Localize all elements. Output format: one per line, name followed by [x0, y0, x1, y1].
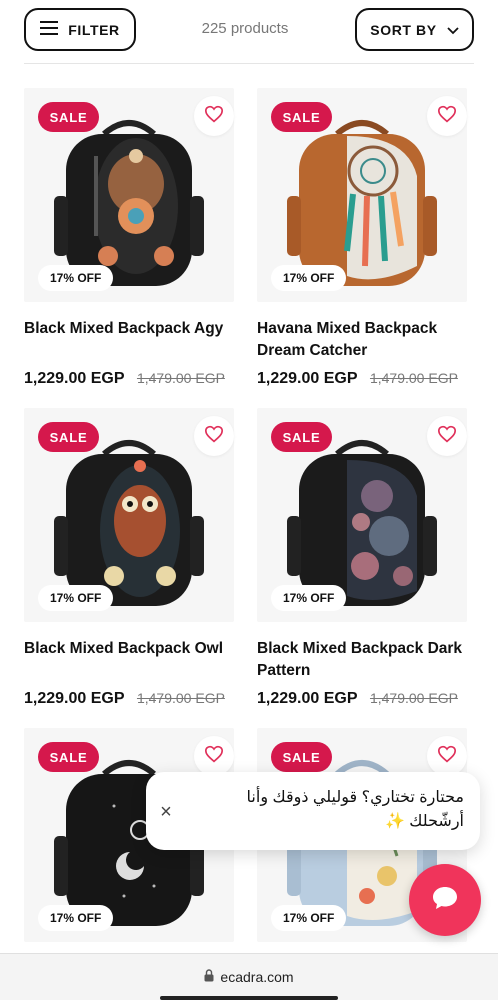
- wishlist-button[interactable]: [194, 736, 234, 776]
- discount-badge: 17% OFF: [38, 265, 114, 291]
- wishlist-button[interactable]: [427, 96, 467, 136]
- sort-button[interactable]: SORT BY: [355, 8, 474, 51]
- product-title[interactable]: Havana Mixed Backpack Dream Catcher: [257, 318, 467, 362]
- filter-button[interactable]: FILTER: [24, 8, 136, 51]
- discount-badge: 17% OFF: [38, 905, 114, 931]
- heart-icon: [204, 745, 224, 768]
- chat-icon: [430, 883, 460, 918]
- compare-price: 1,479.00 EGP: [369, 690, 458, 706]
- compare-price: 1,479.00 EGP: [136, 370, 225, 386]
- product-prices: 1,229.00 EGP 1,479.00 EGP: [24, 690, 264, 708]
- sale-price: 1,229.00 EGP: [257, 370, 358, 387]
- close-icon[interactable]: ×: [154, 800, 178, 824]
- product-prices: 1,229.00 EGP 1,479.00 EGP: [24, 370, 264, 388]
- menu-icon: [40, 21, 59, 38]
- heart-icon: [437, 105, 457, 128]
- browser-url: ecadra.com: [220, 969, 294, 985]
- wishlist-button[interactable]: [427, 416, 467, 456]
- product-prices: 1,229.00 EGP 1,479.00 EGP: [257, 690, 497, 708]
- sale-price: 1,229.00 EGP: [24, 370, 125, 387]
- chat-popup: × محتارة تختاري؟ قوليلي ذوقك وأنا أرشّحل…: [146, 772, 480, 850]
- chevron-down-icon: [447, 22, 459, 38]
- sale-price: 1,229.00 EGP: [257, 690, 358, 707]
- sale-badge: SALE: [38, 742, 99, 772]
- heart-icon: [437, 425, 457, 448]
- lock-icon: [204, 969, 214, 985]
- discount-badge: 17% OFF: [271, 265, 347, 291]
- heart-icon: [204, 425, 224, 448]
- sale-badge: SALE: [271, 742, 332, 772]
- wishlist-button[interactable]: [427, 736, 467, 776]
- discount-badge: 17% OFF: [271, 905, 347, 931]
- heart-icon: [437, 745, 457, 768]
- wishlist-button[interactable]: [194, 416, 234, 456]
- backpack-image: [54, 440, 204, 606]
- toolbar-divider: [24, 63, 474, 64]
- product-prices: 1,229.00 EGP 1,479.00 EGP: [257, 370, 497, 388]
- product-title[interactable]: Black Mixed Backpack Owl: [24, 638, 234, 660]
- heart-icon: [204, 105, 224, 128]
- backpack-image: [54, 120, 204, 286]
- wishlist-button[interactable]: [194, 96, 234, 136]
- discount-badge: 17% OFF: [38, 585, 114, 611]
- sale-badge: SALE: [271, 422, 332, 452]
- backpack-image: [287, 440, 437, 606]
- discount-badge: 17% OFF: [271, 585, 347, 611]
- filter-label: FILTER: [68, 21, 120, 38]
- home-indicator: [160, 996, 338, 1000]
- compare-price: 1,479.00 EGP: [136, 690, 225, 706]
- toolbar: FILTER 225 products SORT BY: [0, 0, 498, 64]
- sale-badge: SALE: [38, 102, 99, 132]
- sort-label: SORT BY: [370, 21, 437, 38]
- compare-price: 1,479.00 EGP: [369, 370, 458, 386]
- product-title[interactable]: Black Mixed Backpack Agy: [24, 318, 234, 340]
- browser-address-bar[interactable]: ecadra.com: [0, 953, 498, 1000]
- sale-badge: SALE: [271, 102, 332, 132]
- backpack-image: [287, 120, 437, 286]
- sale-badge: SALE: [38, 422, 99, 452]
- product-title[interactable]: Black Mixed Backpack Dark Pattern: [257, 638, 467, 682]
- chat-button[interactable]: [409, 864, 481, 936]
- chat-message: محتارة تختاري؟ قوليلي ذوقك وأنا أرشّحلك …: [246, 789, 464, 830]
- sale-price: 1,229.00 EGP: [24, 690, 125, 707]
- product-count: 225 products: [201, 20, 289, 37]
